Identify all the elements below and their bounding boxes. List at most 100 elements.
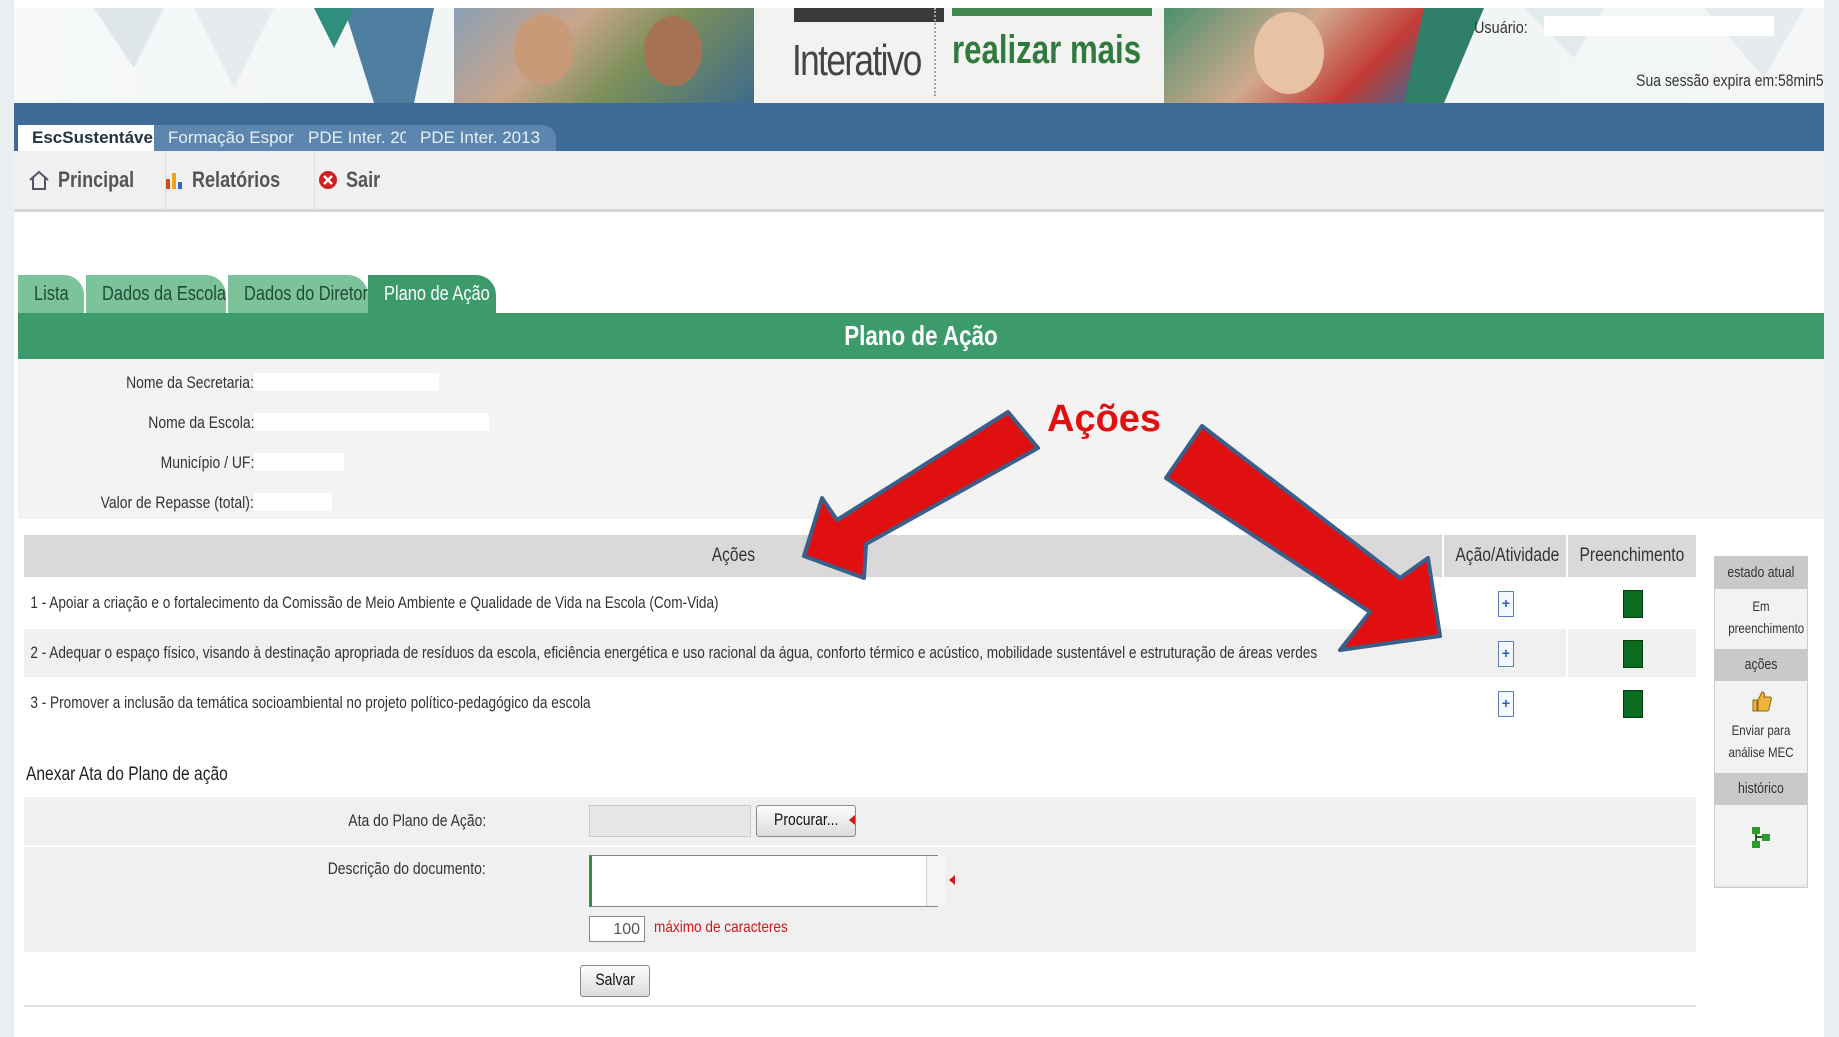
textarea-scrollbar[interactable] (926, 856, 945, 906)
menu-principal-label: Principal (58, 167, 135, 192)
table-row: 2 - Adequar o espaço físico, visando à d… (24, 629, 1696, 677)
tab-dados-escola[interactable]: Dados da Escola (86, 275, 226, 313)
required-marker (949, 875, 955, 885)
menu-relatorios[interactable]: Relatórios (150, 151, 315, 209)
page: Interativo realizar mais Usuário: Sua se… (14, 0, 1824, 1037)
repasse-value (254, 493, 332, 511)
attach-form: Ata do Plano de Ação: Procurar... Descri… (24, 797, 1696, 952)
action-description: 1 - Apoiar a criação e o fortalecimento … (24, 579, 1444, 627)
secretaria-value (254, 373, 439, 391)
browse-button-label: Procurar... (774, 810, 839, 829)
banner-photo-right (1164, 8, 1424, 103)
save-button-label: Salvar (595, 970, 635, 989)
tab-lista[interactable]: Lista (18, 275, 84, 313)
main-menu: Principal Relatórios Sair (14, 151, 1824, 212)
header-preenchimento: Preenchimento (1568, 535, 1696, 577)
secretaria-label: Nome da Secretaria: (126, 373, 254, 392)
menu-sair-label: Sair (346, 167, 381, 192)
header-acoes-label: Ações (711, 545, 755, 566)
tab-pde-2013[interactable]: PDE Inter. 2013 (406, 125, 557, 151)
action-text: 2 - Adequar o espaço físico, visando à d… (30, 643, 1318, 662)
tab-lista-label: Lista (34, 283, 69, 305)
pde-logo-top (794, 8, 944, 22)
table-row: 3 - Promover a inclusão da temática soci… (24, 679, 1696, 727)
session-timer: Sua sessão expira em:58min5 (1636, 71, 1824, 90)
annotation-label: Ações (1047, 398, 1162, 440)
user-label: Usuário: (1474, 18, 1528, 37)
tab-plano-acao[interactable]: Plano de Ação (368, 275, 496, 313)
municipio-label: Município / UF: (160, 453, 254, 472)
acoes-header-label: ações (1744, 656, 1778, 673)
historico-header-label: histórico (1738, 780, 1784, 797)
action-activity-cell: + (1444, 679, 1566, 727)
system-tab-bar: EscSustentáveis Formação Esportiva PDE I… (14, 103, 1824, 151)
header-acao-atividade: Ação/Atividade (1444, 535, 1566, 577)
ata-file-input[interactable] (589, 805, 751, 837)
ata-label: Ata do Plano de Ação: (348, 811, 486, 830)
page-title-bar: Plano de Ação (18, 313, 1824, 359)
info-row-municipio: Município / UF: (18, 449, 1824, 479)
tab-dados-diretor[interactable]: Dados do Diretor (228, 275, 368, 313)
fill-status-cell (1568, 629, 1696, 677)
add-activity-icon[interactable]: + (1498, 691, 1514, 717)
tab-dados-diretor-label: Dados do Diretor (244, 283, 368, 305)
table-header: Ações Ação/Atividade Preenchimento (24, 535, 1696, 577)
tab-dados-escola-label: Dados da Escola (102, 283, 226, 305)
browse-button[interactable]: Procurar... (756, 805, 857, 837)
school-info: Nome da Secretaria: Nome da Escola: Muni… (18, 359, 1824, 519)
info-row-secretaria: Nome da Secretaria: (18, 369, 1824, 399)
acoes-header: ações (1715, 649, 1807, 681)
report-icon (166, 173, 182, 189)
menu-sair[interactable]: Sair (304, 151, 402, 209)
escola-label: Nome da Escola: (147, 413, 254, 432)
required-marker (849, 815, 855, 825)
workflow-panel: estado atual Em preenchimento ações Envi… (1714, 556, 1808, 888)
action-description: 2 - Adequar o espaço físico, visando à d… (24, 629, 1444, 677)
descricao-textarea[interactable] (589, 855, 938, 907)
header-acoes: Ações (24, 535, 1442, 577)
home-icon (29, 170, 49, 190)
history-button[interactable] (1715, 805, 1807, 885)
header-banner: Interativo realizar mais Usuário: Sua se… (14, 8, 1824, 103)
header-acao-atividade-label: Ação/Atividade (1455, 545, 1560, 566)
exit-icon (319, 171, 337, 189)
descricao-row: Descrição do documento: 100 máximo de ca… (24, 847, 1696, 952)
add-activity-icon[interactable]: + (1498, 591, 1514, 617)
footer-divider (24, 1005, 1696, 1007)
repasse-label: Valor de Repasse (total): (100, 493, 254, 512)
estado-header-label: estado atual (1727, 564, 1795, 581)
action-text: 1 - Apoiar a criação e o fortalecimento … (30, 593, 719, 612)
save-button[interactable]: Salvar (580, 965, 651, 997)
attach-section-title: Anexar Ata do Plano de ação (26, 764, 228, 785)
menu-principal[interactable]: Principal (14, 151, 166, 209)
history-tree-icon (1752, 827, 1770, 848)
info-row-repasse: Valor de Repasse (total): (18, 489, 1824, 519)
inner-tab-bar: Lista Dados da Escola Dados do Diretor P… (18, 275, 1824, 313)
info-row-escola: Nome da Escola: (18, 409, 1824, 439)
user-value (1544, 16, 1774, 36)
status-complete-icon (1623, 590, 1643, 618)
ata-row: Ata do Plano de Ação: Procurar... (24, 797, 1696, 845)
fill-status-cell (1568, 679, 1696, 727)
send-to-mec-label: Enviar para análise MEC (1728, 722, 1794, 760)
pde-logo: Interativo realizar mais (754, 8, 1164, 103)
add-activity-icon[interactable]: + (1498, 641, 1514, 667)
status-complete-icon (1623, 640, 1643, 668)
send-to-mec-button[interactable]: Enviar para análise MEC (1715, 681, 1807, 773)
tab-plano-acao-label: Plano de Ação (384, 283, 490, 305)
pde-logo-word: Interativo (792, 36, 922, 85)
escola-value (254, 413, 489, 431)
char-counter-note: máximo de caracteres (654, 919, 788, 936)
estado-value: Em preenchimento (1715, 589, 1807, 649)
menu-relatorios-label: Relatórios (192, 167, 281, 192)
banner-photo-left (454, 8, 754, 103)
slogan-top-line (952, 8, 1152, 16)
banner-decoration (94, 8, 434, 103)
pde-slogan: realizar mais (952, 28, 1142, 72)
action-activity-cell: + (1444, 579, 1566, 627)
thumbs-up-icon (1752, 691, 1772, 712)
estado-value-label: Em preenchimento (1728, 598, 1805, 636)
table-row: 1 - Apoiar a criação e o fortalecimento … (24, 579, 1696, 627)
fill-status-cell (1568, 579, 1696, 627)
status-complete-icon (1623, 690, 1643, 718)
